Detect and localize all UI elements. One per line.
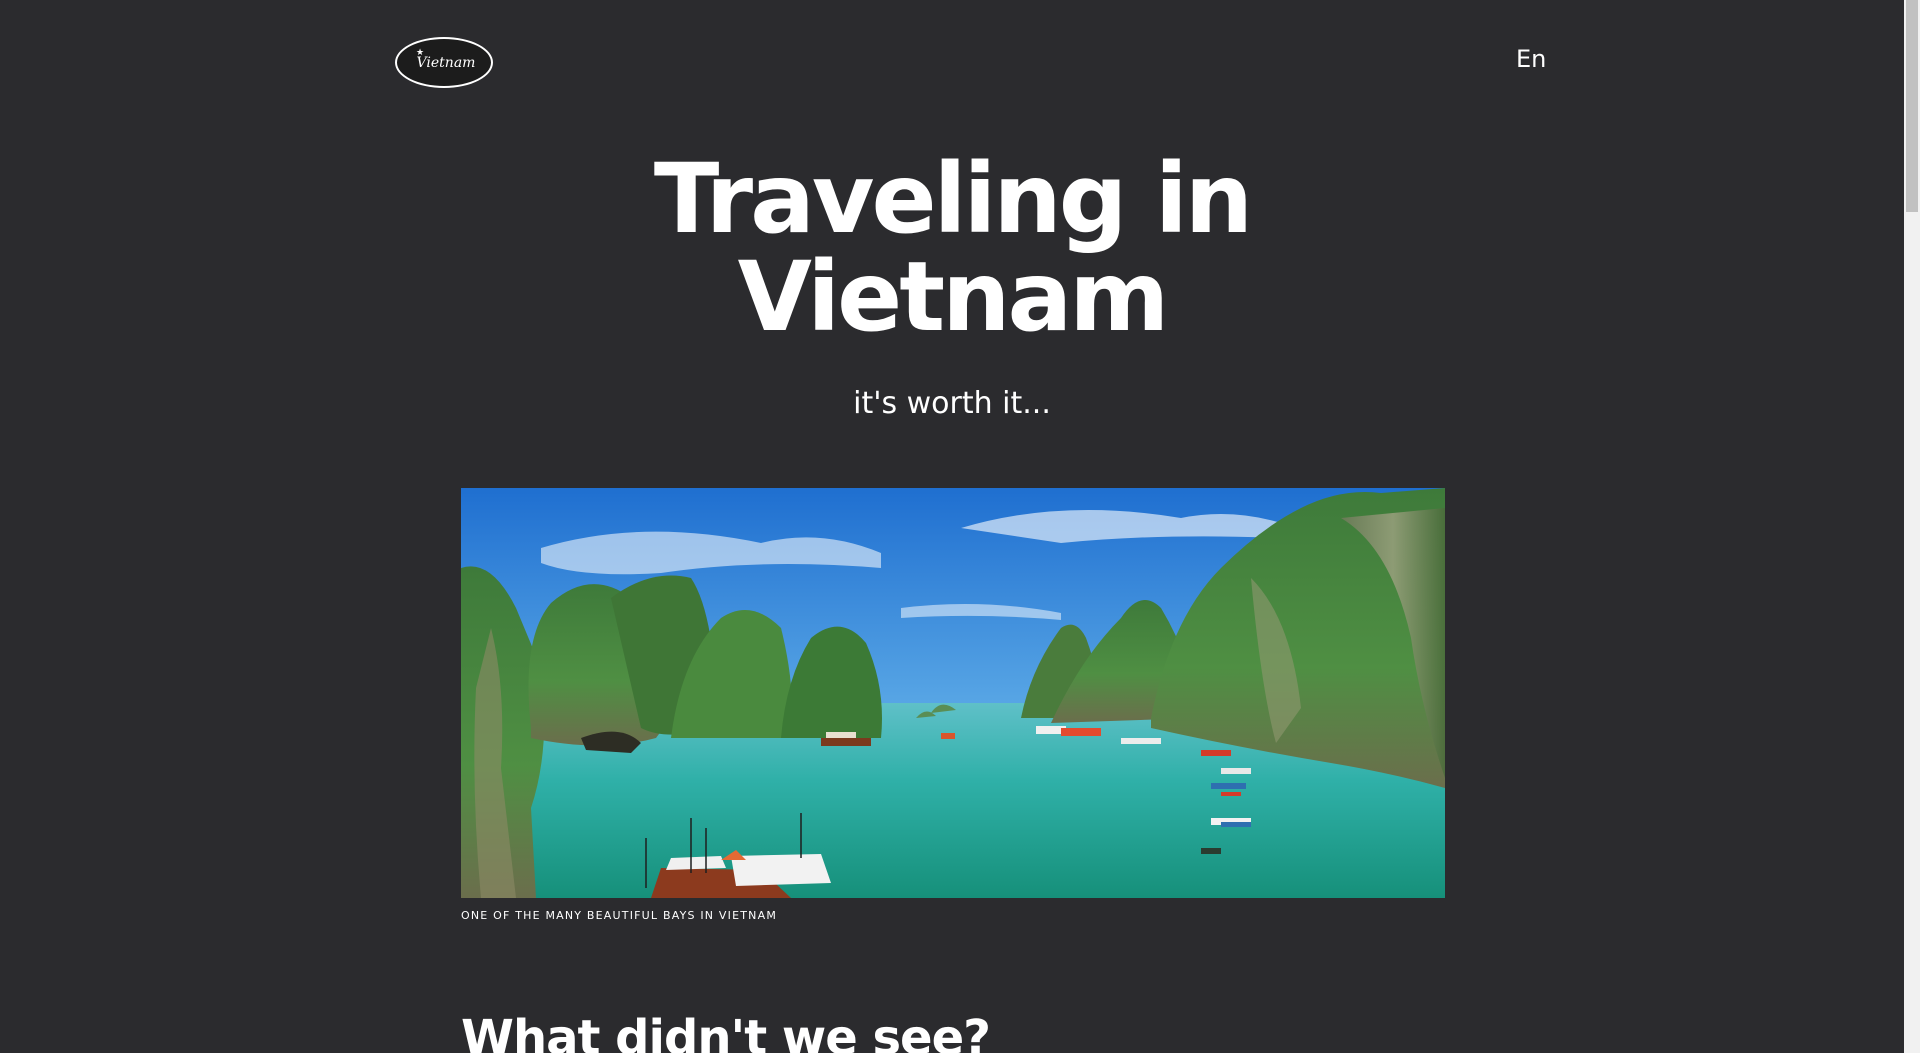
hero-subtitle: it's worth it... — [853, 386, 1051, 421]
section-heading: What didn't we see? — [461, 1010, 991, 1053]
hero-title: Traveling in Vietnam — [0, 150, 1904, 346]
hero-title-line-1: Traveling in — [653, 143, 1253, 255]
hero-title-line-2: Vietnam — [737, 241, 1170, 353]
image-caption: ONE OF THE MANY BEAUTIFUL BAYS IN VIETNA… — [461, 909, 778, 922]
site-logo[interactable]: ★ Vietnam — [395, 37, 493, 88]
page: ★ Vietnam En Traveling in Vietnam it's w… — [0, 0, 1920, 1053]
language-switcher[interactable]: En — [1516, 45, 1546, 73]
scrollbar-thumb[interactable] — [1906, 0, 1918, 212]
halong-bay-photo — [461, 488, 1445, 898]
vertical-scrollbar[interactable] — [1904, 0, 1920, 1053]
star-icon: ★ — [416, 48, 425, 58]
